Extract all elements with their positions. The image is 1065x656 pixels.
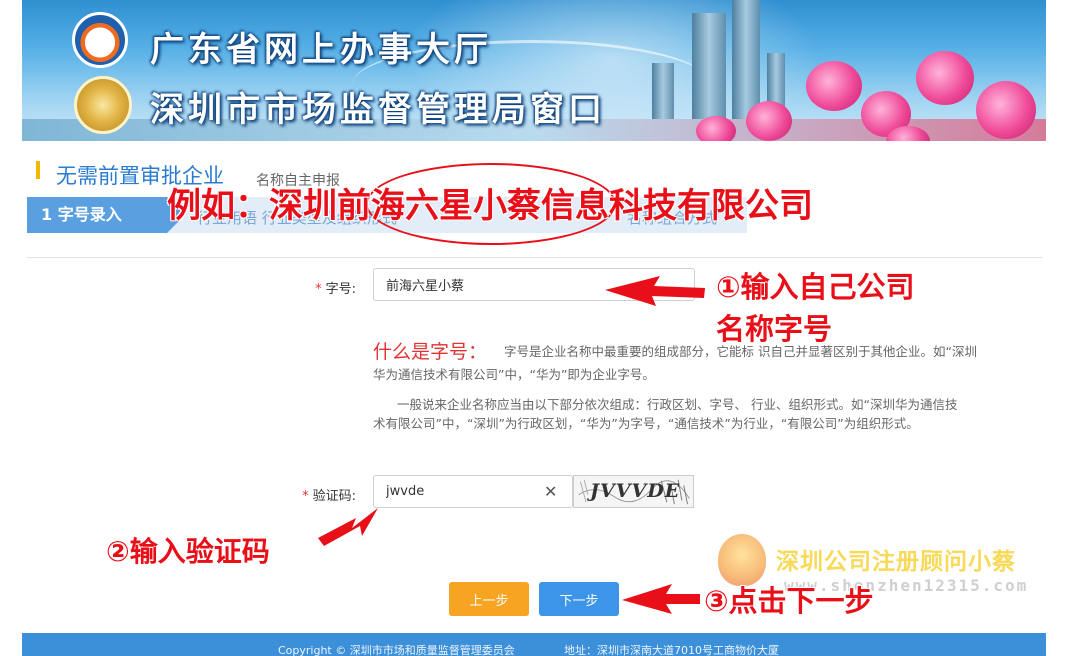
- captcha-image[interactable]: JVVVDE: [573, 475, 694, 508]
- arrow-to-next-button-icon: [622, 584, 700, 614]
- prev-step-button[interactable]: 上一步: [449, 582, 529, 616]
- market-supervision-emblem-icon: [74, 76, 132, 134]
- government-logo-icon: [72, 12, 128, 68]
- clear-icon[interactable]: ✕: [544, 482, 557, 501]
- section-divider: [27, 257, 1043, 258]
- banner-title-secondary: 深圳市市场监督管理局窗口: [150, 90, 606, 130]
- banner-title-primary: 广东省网上办事大厅: [150, 30, 492, 70]
- footer-address: 地址：深圳市深南大道7010号工商物价大厦: [564, 644, 779, 656]
- page-footer: Copyright © 深圳市市场和质量监督管理委员会 地址：深圳市深南大道70…: [22, 633, 1046, 656]
- help-para2-line2: 术有限公司”中，“深圳”为行政区划，“华为”为字号，“通信技术”为行业，“有限公…: [373, 416, 919, 431]
- annotation-step1-cont: 名称字号: [716, 312, 833, 346]
- annotation-step2: ②输入验证码: [106, 535, 270, 568]
- annotation-step1: ①输入自己公司: [716, 270, 915, 304]
- required-mark: *: [315, 282, 322, 297]
- annotation-example: 例如：深圳前海六星小蔡信息科技有限公司: [167, 186, 813, 226]
- trade-name-input[interactable]: [373, 268, 695, 301]
- footer-copyright: Copyright © 深圳市市场和质量监督管理委员会: [278, 644, 515, 656]
- help-title: 什么是字号：: [373, 341, 488, 363]
- help-para1-line2: 华为通信技术有限公司”中，“华为”即为企业字号。: [373, 367, 655, 382]
- captcha-input[interactable]: [373, 475, 573, 508]
- trade-name-label: * 字号:: [315, 282, 356, 297]
- step-1-name-entry: 1 字号录入: [27, 197, 185, 233]
- captcha-image-text: JVVVDE: [590, 480, 681, 502]
- watermark-text: 深圳公司注册顾问小蔡: [776, 549, 1016, 575]
- page-title-marker: [36, 161, 40, 179]
- next-step-button[interactable]: 下一步: [539, 582, 619, 616]
- annotation-step3: ③点击下一步: [704, 584, 874, 618]
- banner-flowers-graphic: [686, 31, 1046, 141]
- header-banner: 广东省网上办事大厅 深圳市市场监督管理局窗口: [22, 0, 1046, 141]
- captcha-label: * 验证码:: [302, 489, 356, 504]
- arrow-to-captcha-icon: [318, 508, 378, 546]
